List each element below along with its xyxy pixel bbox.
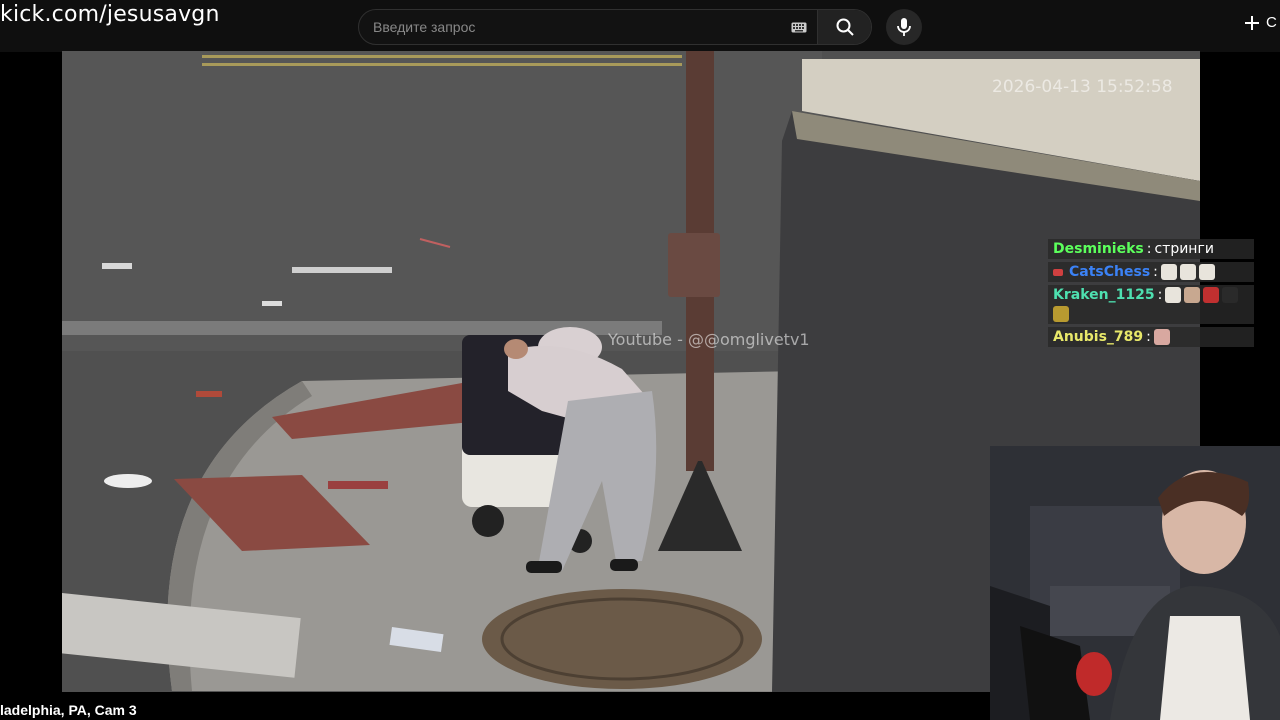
chat-username: Anubis_789 (1053, 329, 1144, 345)
red-face-emote-icon (1203, 287, 1220, 303)
camera-timestamp: 2026-04-13 15:52:58 (992, 77, 1173, 97)
chat-username: CatsChess (1069, 264, 1151, 280)
chat-message: Desminieks : стринги (1048, 239, 1254, 259)
chat-username: Desminieks (1053, 241, 1144, 257)
chat-separator: : (1146, 241, 1152, 257)
chat-message: Kraken_1125 : (1048, 285, 1254, 324)
duck-emote-icon (1160, 264, 1177, 280)
cat-emote-icon (1053, 306, 1069, 322)
video-watermark: Youtube - @@omglivetv1 (608, 330, 810, 349)
sub-badge-icon (1053, 268, 1063, 276)
video-title: ladelphia, PA, Cam 3 (0, 702, 137, 718)
search-box[interactable] (358, 9, 872, 45)
chat-separator: : (1153, 264, 1158, 280)
chat-username: Kraken_1125 (1053, 287, 1155, 303)
mic-icon (897, 18, 911, 36)
duck-emote-icon (1198, 264, 1215, 280)
webcam-image (990, 446, 1280, 720)
chat-message: CatsChess : (1048, 262, 1254, 282)
create-button-label: С (1266, 14, 1277, 31)
channel-url: kick.com/jesusavgn (0, 2, 220, 27)
chat-separator: : (1157, 287, 1163, 303)
streamer-webcam (990, 446, 1280, 720)
stream-page: kick.com/jesusavgn С (0, 0, 1280, 720)
keyboard-icon[interactable] (787, 10, 811, 44)
plus-icon (1245, 15, 1259, 30)
voice-search-button[interactable] (886, 9, 922, 45)
chat-message: Anubis_789 : (1048, 327, 1254, 347)
duck-emote-icon (1179, 264, 1196, 280)
face-emote-icon (1184, 287, 1201, 303)
face-emote-icon (1153, 329, 1170, 345)
top-bar: kick.com/jesusavgn С (0, 0, 1280, 52)
create-button[interactable]: С (1244, 14, 1277, 31)
search-input[interactable] (359, 10, 787, 44)
chat-text: стринги (1154, 241, 1214, 257)
dark-face-emote-icon (1222, 287, 1239, 303)
search-icon (836, 18, 854, 36)
chat-separator: : (1146, 329, 1151, 345)
chat-overlay: Desminieks : стринги CatsChess : Kraken_… (1048, 239, 1254, 350)
search-button[interactable] (817, 10, 871, 44)
duck-emote-icon (1165, 287, 1182, 303)
